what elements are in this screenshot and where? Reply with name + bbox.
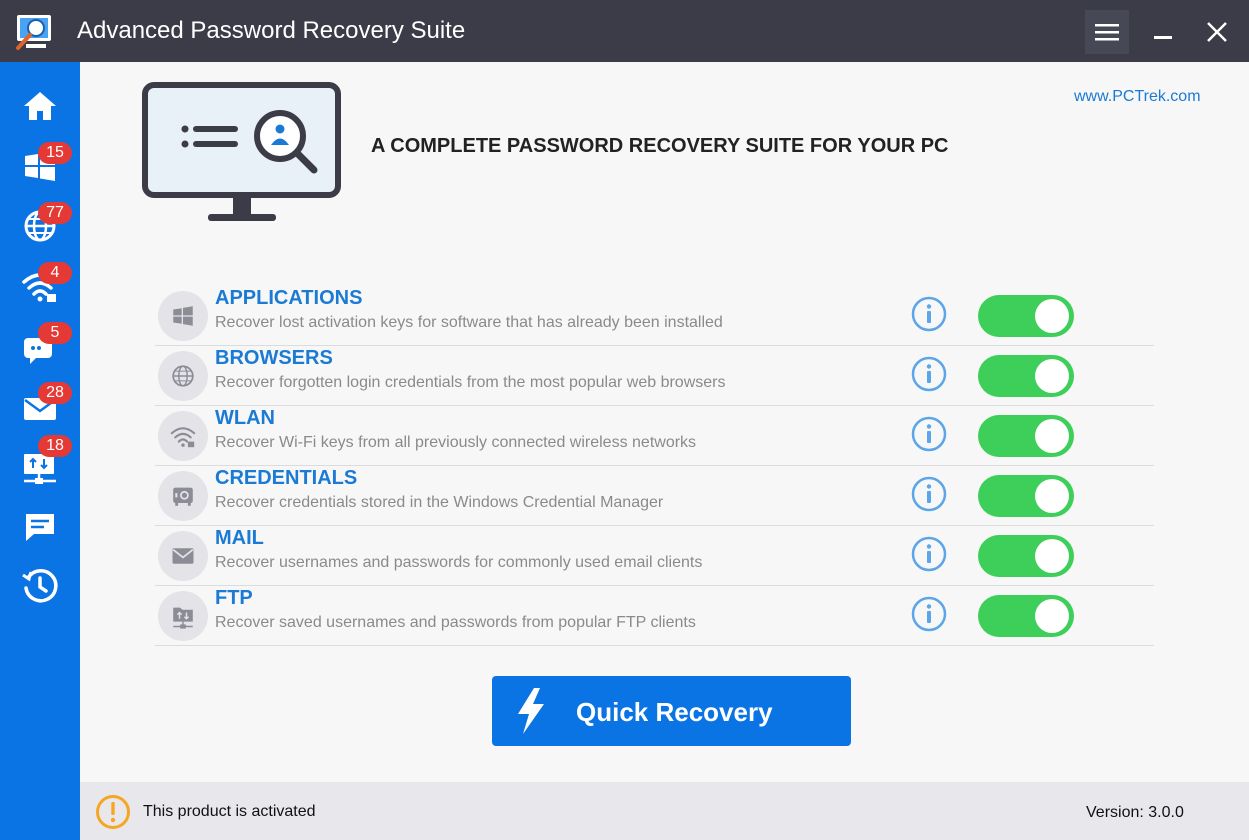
module-toggle[interactable] <box>978 595 1074 637</box>
mail-icon <box>158 531 208 581</box>
minimize-button[interactable] <box>1141 10 1185 54</box>
module-toggle[interactable] <box>978 415 1074 457</box>
main-content: A COMPLETE PASSWORD RECOVERY SUITE FOR Y… <box>80 62 1249 782</box>
module-toggle[interactable] <box>978 475 1074 517</box>
window-title: Advanced Password Recovery Suite <box>77 17 466 44</box>
wifi-lock-icon <box>158 411 208 461</box>
module-description: Recover usernames and passwords for comm… <box>215 554 703 571</box>
windows-icon <box>158 291 208 341</box>
info-icon[interactable] <box>910 535 948 573</box>
module-row-mail: MAIL Recover usernames and passwords for… <box>155 525 1154 586</box>
sidebar-badge: 77 <box>38 202 72 224</box>
version-label: Version: 3.0.0 <box>1086 804 1184 821</box>
info-icon[interactable] <box>910 595 948 633</box>
module-toggle[interactable] <box>978 295 1074 337</box>
module-description: Recover saved usernames and passwords fr… <box>215 614 696 631</box>
minimize-icon <box>1154 36 1172 39</box>
close-icon <box>1207 22 1227 42</box>
module-row-wlan: WLAN Recover Wi-Fi keys from all previou… <box>155 405 1154 466</box>
sidebar-badge: 28 <box>38 382 72 404</box>
history-clock-icon <box>22 569 58 603</box>
monitor-search-illustration <box>142 82 341 221</box>
sidebar-badge: 4 <box>38 262 72 284</box>
info-icon[interactable] <box>910 295 948 333</box>
module-description: Recover credentials stored in the Window… <box>215 494 664 511</box>
module-row-ftp: FTP Recover saved usernames and password… <box>155 585 1154 646</box>
safe-icon <box>158 471 208 521</box>
sidebar-badge: 18 <box>38 435 72 457</box>
module-toggle[interactable] <box>978 355 1074 397</box>
info-icon[interactable] <box>910 475 948 513</box>
toggle-knob <box>1035 599 1069 633</box>
hamburger-menu-icon <box>1095 24 1119 41</box>
status-bar: This product is activated Version: 3.0.0 <box>80 782 1249 840</box>
module-title: APPLICATIONS <box>215 287 363 309</box>
module-title: FTP <box>215 587 253 609</box>
module-row-browsers: BROWSERS Recover forgotten login credent… <box>155 345 1154 406</box>
info-icon[interactable] <box>910 415 948 453</box>
home-icon <box>24 92 56 120</box>
sidebar-item-home[interactable] <box>0 76 80 132</box>
module-description: Recover forgotten login credentials from… <box>215 374 726 391</box>
sidebar-item-applications[interactable]: 15 <box>0 136 80 192</box>
message-icon <box>26 514 54 541</box>
module-row-credentials: CREDENTIALS Recover credentials stored i… <box>155 465 1154 526</box>
module-description: Recover Wi-Fi keys from all previously c… <box>215 434 697 451</box>
module-title: MAIL <box>215 527 264 549</box>
module-toggle[interactable] <box>978 535 1074 577</box>
app-logo-icon <box>12 8 60 56</box>
menu-button[interactable] <box>1085 10 1129 54</box>
sidebar: 15 77 4 5 28 18 <box>0 62 80 840</box>
sidebar-item-browsers[interactable]: 77 <box>0 196 80 252</box>
toggle-knob <box>1035 539 1069 573</box>
title-bar: Advanced Password Recovery Suite <box>0 0 1249 62</box>
module-title: WLAN <box>215 407 275 429</box>
sidebar-item-history[interactable] <box>0 556 80 612</box>
toggle-knob <box>1035 419 1069 453</box>
sidebar-item-mail[interactable]: 28 <box>0 376 80 432</box>
module-row-applications: APPLICATIONS Recover lost activation key… <box>155 285 1154 346</box>
lightning-bolt-icon <box>518 688 544 734</box>
sidebar-item-messages[interactable] <box>0 496 80 552</box>
quick-recovery-button[interactable]: Quick Recovery <box>492 676 851 746</box>
info-icon[interactable] <box>910 355 948 393</box>
quick-recovery-label: Quick Recovery <box>576 697 773 727</box>
sidebar-item-wlan[interactable]: 4 <box>0 256 80 312</box>
module-description: Recover lost activation keys for softwar… <box>215 314 723 331</box>
sidebar-item-ftp[interactable]: 18 <box>0 435 80 492</box>
module-title: CREDENTIALS <box>215 467 358 489</box>
toggle-knob <box>1035 359 1069 393</box>
sidebar-item-credentials[interactable]: 5 <box>0 316 80 372</box>
headline: A COMPLETE PASSWORD RECOVERY SUITE FOR Y… <box>371 135 949 157</box>
ftp-folder-icon <box>158 591 208 641</box>
sidebar-badge: 5 <box>38 322 72 344</box>
toggle-knob <box>1035 299 1069 333</box>
website-link[interactable]: www.PCTrek.com <box>1074 88 1201 106</box>
globe-icon <box>158 351 208 401</box>
activation-status: This product is activated <box>143 803 316 820</box>
module-title: BROWSERS <box>215 347 333 369</box>
warning-info-icon <box>96 795 130 829</box>
toggle-knob <box>1035 479 1069 513</box>
close-button[interactable] <box>1195 10 1239 54</box>
sidebar-badge: 15 <box>38 142 72 164</box>
